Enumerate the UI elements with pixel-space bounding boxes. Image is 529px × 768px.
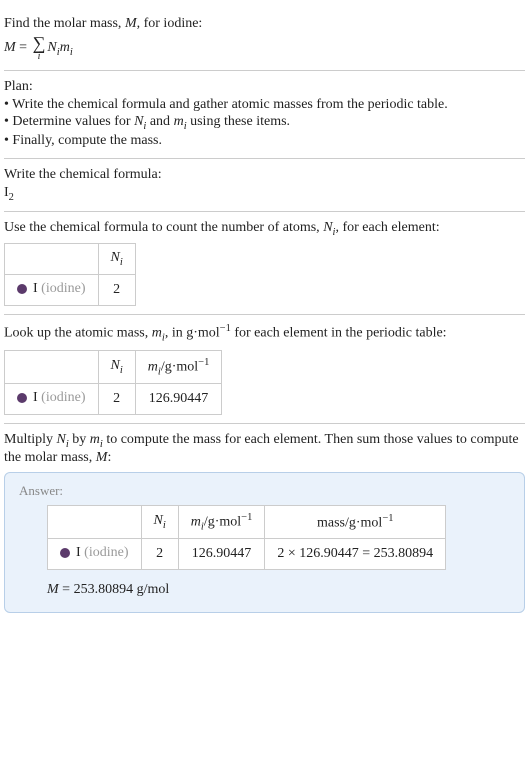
answer-box: Answer: Ni mi/g·mol−1 mass/g·mol−1 I (io… <box>4 472 525 613</box>
atom-count-section: Use the chemical formula to count the nu… <box>4 212 525 316</box>
formula-eq: = <box>16 40 31 55</box>
intro-text: Find the molar mass, <box>4 16 125 31</box>
m-value: 126.90447 <box>178 539 265 570</box>
atomic-mass-section: Look up the atomic mass, mi, in g·mol−1 … <box>4 315 525 424</box>
plan-item-2: • Determine values for Ni and mi using t… <box>4 114 525 132</box>
intro-var-m: M <box>125 16 137 31</box>
atomic-mass-table: Ni mi/g·mol−1 I (iodine) 2 126.90447 <box>4 350 222 415</box>
formula-m: m <box>60 40 70 55</box>
plan-list: • Write the chemical formula and gather … <box>4 97 525 149</box>
n-header: Ni <box>98 244 135 275</box>
mass-value: 2 × 126.90447 = 253.80894 <box>265 539 446 570</box>
table-row: I (iodine) 2 126.90447 2 × 126.90447 = 2… <box>48 539 446 570</box>
formula-n: N <box>47 40 56 55</box>
table-header-row: Ni mi/g·mol−1 <box>5 350 222 383</box>
answer-label: Answer: <box>19 483 510 499</box>
plan-item-3: • Finally, compute the mass. <box>4 133 525 149</box>
element-cell: I (iodine) <box>5 384 99 415</box>
element-cell: I (iodine) <box>48 539 142 570</box>
answer-content: Ni mi/g·mol−1 mass/g·mol−1 I (iodine) 2 … <box>19 505 510 598</box>
atom-count-table: Ni I (iodine) 2 <box>4 243 136 306</box>
element-dot-icon <box>60 548 70 558</box>
atom-count-heading: Use the chemical formula to count the nu… <box>4 220 525 238</box>
n-value: 2 <box>98 275 135 306</box>
table-header-row: Ni <box>5 244 136 275</box>
plan-item-1: • Write the chemical formula and gather … <box>4 97 525 113</box>
molar-mass-formula: M = ∑iNimi <box>4 34 525 62</box>
table-row: I (iodine) 2 126.90447 <box>5 384 222 415</box>
answer-table: Ni mi/g·mol−1 mass/g·mol−1 I (iodine) 2 … <box>47 505 446 570</box>
element-dot-icon <box>17 284 27 294</box>
n-header: Ni <box>98 350 135 383</box>
empty-header <box>48 505 142 538</box>
plan-heading: Plan: <box>4 79 525 95</box>
table-row: I (iodine) 2 <box>5 275 136 306</box>
n-header: Ni <box>141 505 178 538</box>
intro-line: Find the molar mass, M, for iodine: <box>4 16 525 32</box>
element-dot-icon <box>17 393 27 403</box>
mass-header: mass/g·mol−1 <box>265 505 446 538</box>
formula-m-sub: i <box>70 47 73 58</box>
formula-lhs: M <box>4 40 16 55</box>
plan-section: Plan: • Write the chemical formula and g… <box>4 71 525 159</box>
chemical-formula-heading: Write the chemical formula: <box>4 167 525 183</box>
empty-header <box>5 350 99 383</box>
m-value: 126.90447 <box>135 384 222 415</box>
intro-suffix: , for iodine: <box>137 16 203 31</box>
element-cell: I (iodine) <box>5 275 99 306</box>
chemical-formula: I2 <box>4 185 525 203</box>
summation-icon: ∑i <box>33 34 46 62</box>
atomic-mass-heading: Look up the atomic mass, mi, in g·mol−1 … <box>4 323 525 343</box>
m-header: mi/g·mol−1 <box>178 505 265 538</box>
chemical-formula-section: Write the chemical formula: I2 <box>4 159 525 212</box>
element-subscript: 2 <box>9 192 14 203</box>
n-value: 2 <box>141 539 178 570</box>
n-value: 2 <box>98 384 135 415</box>
intro-section: Find the molar mass, M, for iodine: M = … <box>4 8 525 71</box>
molar-mass-result: M = 253.80894 g/mol <box>47 582 510 598</box>
table-header-row: Ni mi/g·mol−1 mass/g·mol−1 <box>48 505 446 538</box>
empty-header <box>5 244 99 275</box>
multiply-heading: Multiply Ni by mi to compute the mass fo… <box>4 432 525 466</box>
compute-section: Multiply Ni by mi to compute the mass fo… <box>4 424 525 621</box>
m-header: mi/g·mol−1 <box>135 350 222 383</box>
